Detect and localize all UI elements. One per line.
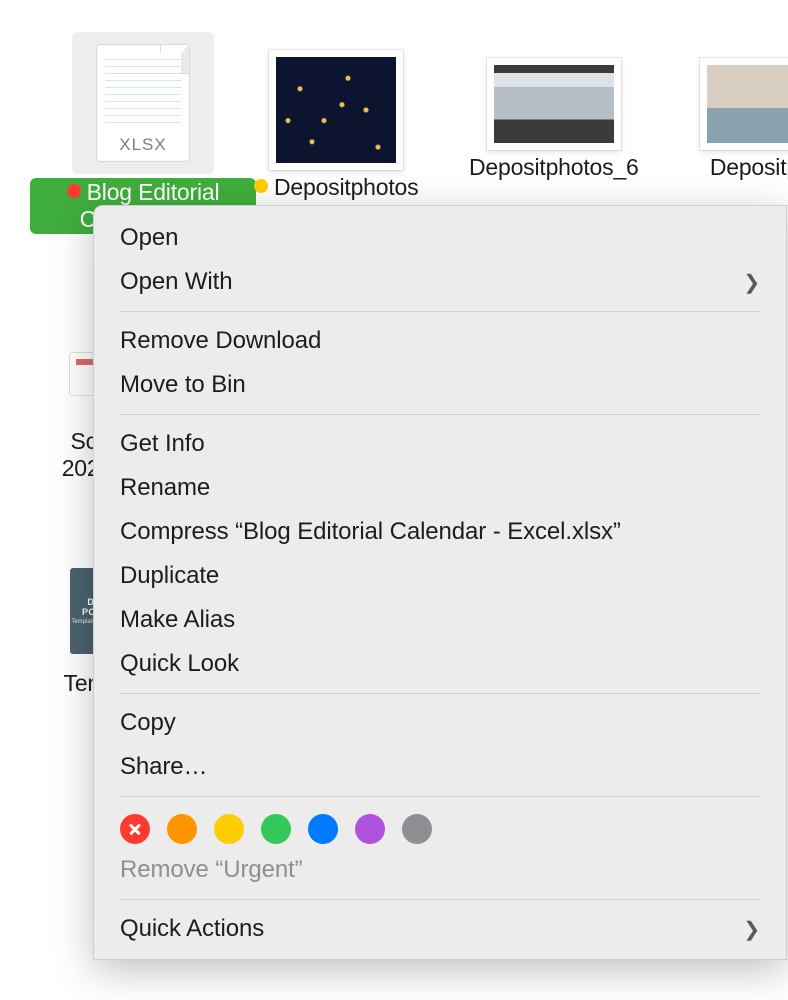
file-label: Depositphotos_6 [469, 154, 639, 181]
tag-blue[interactable] [308, 814, 338, 844]
file-label: Depositphotos [254, 174, 418, 201]
menu-remove-tag[interactable]: Remove “Urgent” [94, 848, 786, 892]
menu-make-alias[interactable]: Make Alias [94, 598, 786, 642]
menu-duplicate[interactable]: Duplicate [94, 554, 786, 598]
file-item[interactable]: Depositpho [700, 58, 788, 181]
menu-get-info[interactable]: Get Info [94, 422, 786, 466]
file-type-badge: XLSX [97, 135, 189, 155]
menu-separator [120, 796, 760, 797]
menu-quick-look[interactable]: Quick Look [94, 642, 786, 686]
tag-orange[interactable] [167, 814, 197, 844]
tag-red-remove[interactable] [120, 814, 150, 844]
menu-separator [120, 693, 760, 694]
xlsx-document-icon: XLSX [96, 44, 190, 162]
menu-remove-download[interactable]: Remove Download [94, 319, 786, 363]
file-thumbnail [700, 58, 788, 150]
menu-separator [120, 311, 760, 312]
menu-open[interactable]: Open [94, 216, 786, 260]
tag-purple[interactable] [355, 814, 385, 844]
chevron-right-icon: ❯ [743, 917, 760, 942]
tag-picker [94, 804, 786, 848]
menu-share[interactable]: Share… [94, 745, 786, 789]
tag-yellow[interactable] [214, 814, 244, 844]
file-item-selected[interactable]: XLSX Blog Editorial Calendar - E [30, 32, 256, 234]
tag-gray[interactable] [402, 814, 432, 844]
file-item[interactable]: Depositphotos_6 [469, 58, 639, 181]
menu-rename[interactable]: Rename [94, 466, 786, 510]
menu-copy[interactable]: Copy [94, 701, 786, 745]
menu-quick-actions[interactable]: Quick Actions ❯ [94, 907, 786, 959]
file-item[interactable]: Depositphotos [254, 50, 418, 201]
menu-compress[interactable]: Compress “Blog Editorial Calendar - Exce… [94, 510, 786, 554]
context-menu: Open Open With ❯ Remove Download Move to… [93, 205, 787, 960]
file-thumbnail [269, 50, 403, 170]
tag-dot-icon [67, 184, 81, 198]
menu-separator [120, 899, 760, 900]
chevron-right-icon: ❯ [743, 270, 760, 295]
menu-open-with[interactable]: Open With ❯ [94, 260, 786, 304]
tag-dot-icon [254, 179, 268, 193]
file-thumbnail [487, 58, 621, 150]
file-name-text: Depositphotos [274, 174, 418, 200]
tag-green[interactable] [261, 814, 291, 844]
menu-move-to-bin[interactable]: Move to Bin [94, 363, 786, 407]
menu-separator [120, 414, 760, 415]
file-label: Depositpho [710, 154, 788, 181]
file-thumbnail: XLSX [72, 32, 214, 174]
